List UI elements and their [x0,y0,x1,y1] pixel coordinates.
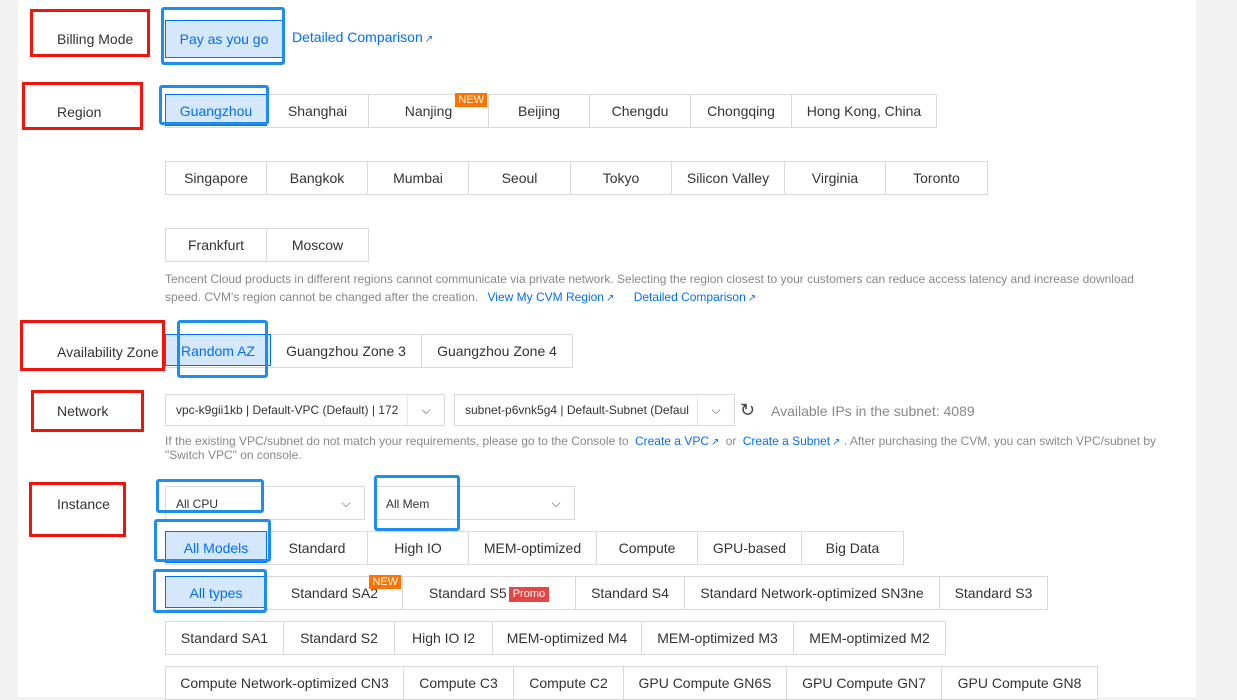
external-link-icon: ↗ [747,293,757,304]
annotation-blue-billing-option [161,7,285,65]
vpc-select[interactable]: vpc-k9gii1kb | Default-VPC (Default) | 1… [165,394,445,426]
region-option-beijing[interactable]: Beijing [489,95,590,127]
new-badge: NEW [455,93,487,107]
chevron-down-icon: ⌵ [697,395,734,425]
external-link-icon: ↗ [424,34,434,45]
chevron-down-icon: ⌵ [538,487,574,519]
type-option-compute-cn3[interactable]: Compute Network-optimized CN3 [166,667,404,699]
type-option-standard-s5-label: Standard S5 [428,585,507,601]
type-option-standard-sn3ne[interactable]: Standard Network-optimized SN3ne [685,577,940,609]
create-vpc-link[interactable]: Create a VPC [635,434,709,448]
network-help-or: or [725,434,737,448]
model-option-standard[interactable]: Standard [267,532,368,564]
annotation-blue-cpu-filter [156,479,264,513]
type-option-compute-c3[interactable]: Compute C3 [404,667,514,699]
model-option-high-io[interactable]: High IO [368,532,469,564]
region-help-line-1: Tencent Cloud products in different regi… [165,272,1134,286]
subnet-select-value: subnet-p6vnk5g4 | Default-Subnet (Defaul [465,403,689,417]
annotation-blue-model-option [154,519,271,562]
model-option-mem-optimized[interactable]: MEM-optimized [469,532,597,564]
new-badge: NEW [369,575,401,589]
az-option-zone-4[interactable]: Guangzhou Zone 4 [422,335,572,367]
annotation-red-network [31,390,144,432]
model-option-big-data[interactable]: Big Data [802,532,903,564]
annotation-red-region [22,82,143,130]
region-row-2: Singapore Bangkok Mumbai Seoul Tokyo Sil… [165,161,988,195]
type-option-gpu-gn8[interactable]: GPU Compute GN8 [942,667,1097,699]
vpc-select-value: vpc-k9gii1kb | Default-VPC (Default) | 1… [176,403,399,417]
region-option-virginia[interactable]: Virginia [785,162,886,194]
network-help-line-2: "Switch VPC" on console. [165,448,302,462]
annotation-blue-mem-filter [374,475,460,531]
region-help-line-2-text: speed. CVM's region cannot be changed af… [165,290,479,304]
annotation-red-instance [29,482,126,537]
region-option-mumbai[interactable]: Mumbai [368,162,469,194]
available-ips-text: Available IPs in the subnet: 4089 [771,403,975,419]
region-option-moscow[interactable]: Moscow [267,229,368,261]
external-link-icon: ↗ [832,437,841,448]
promo-badge: Promo [508,586,550,602]
region-option-frankfurt[interactable]: Frankfurt [166,229,267,261]
region-option-shanghai[interactable]: Shanghai [267,95,369,127]
region-row-3: Frankfurt Moscow [165,228,369,262]
annotation-red-billing-mode [30,9,150,57]
region-option-chongqing[interactable]: Chongqing [691,95,792,127]
region-help-line-2: speed. CVM's region cannot be changed af… [165,288,1165,308]
region-option-seoul[interactable]: Seoul [469,162,571,194]
external-link-icon: ↗ [605,293,615,304]
type-option-gpu-gn7[interactable]: GPU Compute GN7 [787,667,942,699]
subnet-select[interactable]: subnet-p6vnk5g4 | Default-Subnet (Defaul… [454,394,735,426]
billing-comparison-link[interactable]: Detailed Comparison ↗ [292,29,433,47]
type-option-standard-sa2[interactable]: Standard SA2 NEW [267,575,403,609]
type-option-mem-optimized-m2[interactable]: MEM-optimized M2 [794,622,945,654]
az-option-zone-3[interactable]: Guangzhou Zone 3 [271,335,422,367]
region-option-nanjing-label: Nanjing [404,103,453,119]
region-comparison-link[interactable]: Detailed Comparison [634,290,746,304]
region-option-hong-kong[interactable]: Hong Kong, China [792,95,936,127]
region-option-bangkok[interactable]: Bangkok [267,162,368,194]
annotation-blue-az-option [177,320,268,378]
network-help-line-1: If the existing VPC/subnet do not match … [165,435,1175,449]
annotation-blue-region-option [159,85,269,125]
annotation-blue-type-option [153,569,267,613]
network-help-pre: If the existing VPC/subnet do not match … [165,434,629,448]
type-option-standard-s4[interactable]: Standard S4 [576,577,685,609]
chevron-down-icon: ⌵ [407,395,444,425]
instance-model-selector: All Models Standard High IO MEM-optimize… [165,531,904,565]
network-help-text: If the existing VPC/subnet do not match … [165,435,1175,462]
annotation-red-availability-zone [20,320,165,371]
instance-type-row-1: All types Standard SA2 NEW Standard S5 Pr… [165,575,1048,610]
region-option-toronto[interactable]: Toronto [886,162,987,194]
type-option-high-io-i2[interactable]: High IO I2 [395,622,493,654]
network-help-post: . After purchasing the CVM, you can swit… [843,434,1157,448]
model-option-compute[interactable]: Compute [597,532,698,564]
type-option-mem-optimized-m3[interactable]: MEM-optimized M3 [642,622,794,654]
refresh-icon[interactable]: ↻ [740,400,755,421]
region-option-chengdu[interactable]: Chengdu [590,95,691,127]
type-option-standard-s3[interactable]: Standard S3 [940,577,1047,609]
type-option-standard-s2[interactable]: Standard S2 [284,622,395,654]
type-option-compute-c2[interactable]: Compute C2 [514,667,624,699]
external-link-icon: ↗ [711,437,720,448]
region-option-tokyo[interactable]: Tokyo [571,162,672,194]
region-help-text: Tencent Cloud products in different regi… [165,270,1165,308]
create-subnet-link[interactable]: Create a Subnet [743,434,830,448]
model-option-gpu-based[interactable]: GPU-based [698,532,802,564]
type-option-mem-optimized-m4[interactable]: MEM-optimized M4 [493,622,642,654]
instance-type-row-3: Compute Network-optimized CN3 Compute C3… [165,666,1098,700]
type-option-standard-sa1[interactable]: Standard SA1 [166,622,284,654]
type-option-standard-sa2-label: Standard SA2 [290,585,379,601]
type-option-gpu-gn6s[interactable]: GPU Compute GN6S [624,667,787,699]
view-cvm-region-link[interactable]: View My CVM Region [488,290,604,304]
chevron-down-icon: ⌵ [328,487,364,519]
region-option-silicon-valley[interactable]: Silicon Valley [672,162,785,194]
instance-type-row-2: Standard SA1 Standard S2 High IO I2 MEM-… [165,621,946,655]
billing-comparison-link-text[interactable]: Detailed Comparison [292,29,423,45]
region-option-singapore[interactable]: Singapore [166,162,267,194]
region-option-nanjing[interactable]: Nanjing NEW [369,93,489,127]
type-option-standard-s5[interactable]: Standard S5 Promo [403,577,576,609]
region-row-1: Guangzhou Shanghai Nanjing NEW Beijing C… [165,93,937,128]
